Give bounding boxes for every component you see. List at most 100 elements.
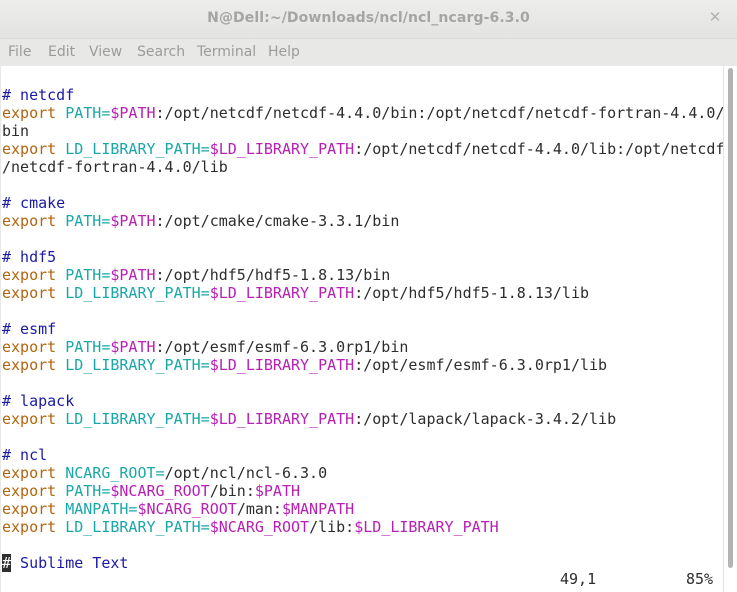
terminal-text-segment: $PATH xyxy=(254,482,301,500)
vertical-scrollbar[interactable] xyxy=(723,66,737,592)
terminal-text-segment: :/opt/hdf5/hdf5-1.8.13/lib xyxy=(354,284,590,302)
terminal-line: bin xyxy=(2,122,29,140)
menu-bar: File Edit View Search Terminal Help xyxy=(0,39,737,66)
terminal-text-segment: export xyxy=(2,482,57,500)
terminal-text-segment: $LD_LIBRARY_PATH xyxy=(209,284,355,302)
terminal-text-segment: export xyxy=(2,266,57,284)
terminal-text-segment: export xyxy=(2,464,57,482)
terminal-line: export LD_LIBRARY_PATH=$NCARG_ROOT/lib:$… xyxy=(2,518,499,536)
title-bar[interactable]: N@Dell:~/Downloads/ncl/ncl_ncarg-6.3.0 ✕ xyxy=(0,0,737,39)
menu-terminal[interactable]: Terminal xyxy=(197,44,256,60)
terminal-text-segment: LD_LIBRARY_PATH= xyxy=(65,356,210,374)
terminal-text-segment: export xyxy=(2,212,57,230)
terminal-window: N@Dell:~/Downloads/ncl/ncl_ncarg-6.3.0 ✕… xyxy=(0,0,737,592)
terminal-text-segment: export xyxy=(2,410,57,428)
menu-view[interactable]: View xyxy=(89,44,122,60)
scrollbar-thumb[interactable] xyxy=(728,68,733,568)
terminal-line: # Sublime Text xyxy=(2,554,128,572)
menu-edit[interactable]: Edit xyxy=(48,44,75,60)
terminal-text-segment: :/opt/netcdf/netcdf-4.4.0/bin:/opt/netcd… xyxy=(155,104,723,122)
terminal-line: export PATH=$PATH:/opt/cmake/cmake-3.3.1… xyxy=(2,212,399,230)
terminal-text-segment: # lapack xyxy=(2,392,75,410)
terminal-line: export LD_LIBRARY_PATH=$LD_LIBRARY_PATH:… xyxy=(2,356,607,374)
terminal-text-segment: PATH= xyxy=(65,338,111,356)
terminal-line: # esmf xyxy=(2,320,56,338)
terminal-text-segment: $LD_LIBRARY_PATH xyxy=(354,518,499,536)
terminal-line: export LD_LIBRARY_PATH=$LD_LIBRARY_PATH:… xyxy=(2,410,616,428)
terminal-text-segment: # esmf xyxy=(2,320,57,338)
terminal-line: export PATH=$PATH:/opt/hdf5/hdf5-1.8.13/… xyxy=(2,266,390,284)
terminal-text-segment: :/opt/lapack/lapack-3.4.2/lib xyxy=(354,410,617,428)
terminal-text-segment: /netcdf-fortran-4.4.0/lib xyxy=(2,158,228,176)
terminal-line: # ncl xyxy=(2,446,47,464)
terminal-line: export LD_LIBRARY_PATH=$LD_LIBRARY_PATH:… xyxy=(2,140,723,158)
terminal-text-segment: :/opt/hdf5/hdf5-1.8.13/bin xyxy=(155,266,391,284)
terminal-text-area[interactable]: # netcdf export PATH=$PATH:/opt/netcdf/ne… xyxy=(1,66,723,592)
terminal-text-segment: # netcdf xyxy=(2,86,75,104)
terminal-text-segment: :/opt/netcdf/netcdf-4.4.0/lib:/opt/netcd… xyxy=(354,140,723,158)
terminal-text-segment: $PATH xyxy=(110,266,156,284)
terminal-text-segment: $MANPATH xyxy=(281,500,355,518)
terminal-line: # netcdf xyxy=(2,86,74,104)
menu-help[interactable]: Help xyxy=(268,44,300,60)
terminal-line: # cmake xyxy=(2,194,65,212)
menu-search[interactable]: Search xyxy=(137,44,185,60)
terminal-text-segment: LD_LIBRARY_PATH= xyxy=(65,284,210,302)
terminal-text-segment: /man: xyxy=(236,500,282,518)
terminal-text-segment: $NCARG_ROOT xyxy=(137,500,237,518)
terminal-text-segment: PATH= xyxy=(65,104,111,122)
terminal-text-segment: LD_LIBRARY_PATH= xyxy=(65,410,210,428)
terminal-text-segment: Sublime Text xyxy=(11,554,129,572)
terminal-line: /netcdf-fortran-4.4.0/lib xyxy=(2,158,228,176)
text-cursor: # xyxy=(2,554,12,572)
terminal-text-segment: /bin: xyxy=(209,482,255,500)
terminal-line: export NCARG_ROOT=/opt/ncl/ncl-6.3.0 xyxy=(2,464,327,482)
terminal-line: export PATH=$PATH:/opt/esmf/esmf-6.3.0rp… xyxy=(2,338,408,356)
terminal-text-segment: export xyxy=(2,104,57,122)
terminal-text-segment: $LD_LIBRARY_PATH xyxy=(209,140,355,158)
terminal-text-segment: $PATH xyxy=(110,104,156,122)
terminal-text-segment: $NCARG_ROOT xyxy=(209,518,310,536)
terminal-line: # hdf5 xyxy=(2,248,56,266)
terminal-text-segment: export xyxy=(2,356,57,374)
terminal-text-segment: $PATH xyxy=(110,212,156,230)
terminal-line: export PATH=$NCARG_ROOT/bin:$PATH xyxy=(2,482,300,500)
terminal-text-segment: /lib: xyxy=(309,518,355,536)
terminal-text-segment: :/opt/esmf/esmf-6.3.0rp1/bin xyxy=(155,338,409,356)
close-icon[interactable]: ✕ xyxy=(707,9,723,25)
terminal-line: export MANPATH=$NCARG_ROOT/man:$MANPATH xyxy=(2,500,354,518)
terminal-text-segment: PATH= xyxy=(65,212,111,230)
window-title: N@Dell:~/Downloads/ncl/ncl_ncarg-6.3.0 xyxy=(207,10,530,26)
terminal-text-segment: :/opt/esmf/esmf-6.3.0rp1/lib xyxy=(354,356,608,374)
terminal-text-segment: PATH= xyxy=(65,482,111,500)
terminal-line: # lapack xyxy=(2,392,74,410)
cursor-position: 49,1 xyxy=(560,570,597,588)
terminal-text-segment: $PATH xyxy=(110,338,156,356)
scroll-percent: 85% xyxy=(686,570,714,588)
terminal-text-segment: export xyxy=(2,338,57,356)
terminal-text-segment: export xyxy=(2,284,57,302)
terminal-text-segment: MANPATH= xyxy=(65,500,138,518)
terminal-text-segment: # ncl xyxy=(2,446,48,464)
terminal-text-segment: # cmake xyxy=(2,194,66,212)
terminal-text-segment: export xyxy=(2,500,57,518)
terminal-line: export LD_LIBRARY_PATH=$LD_LIBRARY_PATH:… xyxy=(2,284,589,302)
terminal-text-segment: PATH= xyxy=(65,266,111,284)
terminal-text-segment: $NCARG_ROOT xyxy=(110,482,210,500)
terminal-text-segment: $LD_LIBRARY_PATH xyxy=(209,356,355,374)
menu-file[interactable]: File xyxy=(8,44,31,60)
terminal-text-segment: :/opt/cmake/cmake-3.3.1/bin xyxy=(155,212,400,230)
terminal-text-segment: export xyxy=(2,140,57,158)
terminal-line: export PATH=$PATH:/opt/netcdf/netcdf-4.4… xyxy=(2,104,723,122)
terminal-text-segment: # hdf5 xyxy=(2,248,57,266)
